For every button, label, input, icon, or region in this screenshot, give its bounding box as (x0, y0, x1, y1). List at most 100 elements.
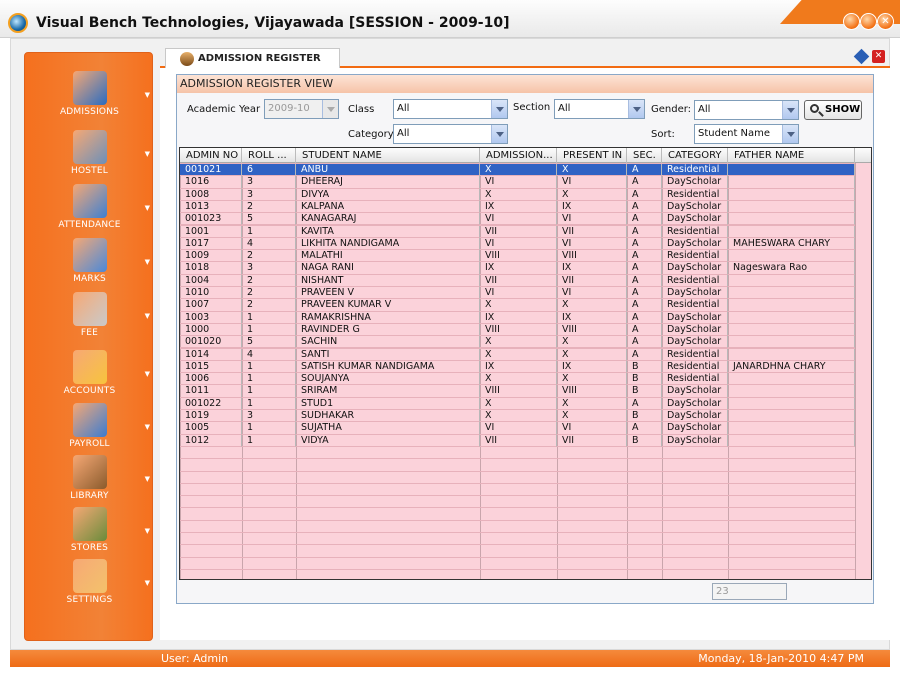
table-cell: X (480, 336, 557, 349)
table-row[interactable]: 1010 2 PRAVEEN V VI VI A DayScholar (180, 287, 855, 300)
status-user: User: Admin (161, 652, 229, 665)
sidebar-item-admissions[interactable]: ADMISSIONS ▼ (25, 71, 154, 126)
sidebar-item-marks[interactable]: MARKS ▼ (25, 238, 154, 293)
table-cell: 1016 (180, 176, 242, 189)
academic-year-select: 2009-10 (264, 99, 339, 119)
expand-arrow-icon[interactable]: ▼ (145, 370, 150, 378)
sidebar-item-payroll[interactable]: PAYROLL ▼ (25, 403, 154, 458)
maximize-button[interactable] (860, 13, 877, 30)
close-tab-icon[interactable]: ✕ (872, 50, 885, 63)
close-button[interactable]: ✕ (877, 13, 894, 30)
table-row[interactable]: 1019 3 SUDHAKAR X X B DayScholar (180, 410, 855, 423)
table-row[interactable]: 1014 4 SANTI X X A Residential (180, 348, 855, 361)
table-cell: A (627, 200, 662, 214)
column-header[interactable]: ROLL ... (242, 148, 296, 163)
table-row[interactable]: 1001 1 KAVITA VII VII A Residential (180, 225, 855, 238)
table-cell: DayScholar (662, 311, 728, 324)
minimize-button[interactable] (843, 13, 860, 30)
table-cell: DayScholar (662, 385, 728, 398)
table-cell: X (480, 410, 557, 423)
expand-arrow-icon[interactable]: ▼ (145, 312, 150, 320)
table-cell: A (627, 397, 662, 410)
table-row[interactable]: 001023 5 KANAGARAJ VI VI A DayScholar (180, 213, 855, 226)
table-cell: 6 (242, 164, 296, 177)
chevron-down-icon[interactable] (782, 125, 798, 143)
sidebar-item-label: MARKS (73, 274, 106, 284)
table-row[interactable]: 001021 6 ANBU X X A Residential (180, 164, 855, 177)
table-cell: 1 (242, 385, 296, 398)
table-cell: Residential (662, 225, 728, 238)
table-row[interactable]: 1018 3 NAGA RANI IX IX A DayScholar Nageswara R… (180, 262, 855, 275)
table-row[interactable]: 1006 1 SOUJANYA X X B Residential (180, 373, 855, 386)
column-header[interactable]: STUDENT NAME (296, 148, 480, 163)
sidebar-item-hostel[interactable]: HOSTEL ▼ (25, 130, 154, 185)
column-header[interactable]: CATEGORY (662, 148, 728, 163)
sidebar-item-settings[interactable]: SETTINGS ▼ (25, 559, 154, 614)
table-row[interactable]: 1011 1 SRIRAM VIII VIII B DayScholar (180, 385, 855, 398)
academic-year-value: 2009-10 (268, 103, 310, 114)
search-icon (810, 104, 819, 113)
class-select[interactable]: All (393, 99, 508, 119)
column-header[interactable]: ADMISSION... (480, 148, 557, 163)
table-row[interactable]: 1000 1 RAVINDER G VIII VIII A DayScholar (180, 323, 855, 337)
table-row[interactable]: 001022 1 STUD1 X X A DayScholar (180, 397, 855, 410)
people-icon (72, 71, 107, 105)
table-row[interactable]: 1017 4 LIKHITA NANDIGAMA VI VI A DayScholar MAH… (180, 237, 855, 251)
expand-arrow-icon[interactable]: ▼ (145, 91, 150, 99)
table-row[interactable]: 1015 1 SATISH KUMAR NANDIGAMA IX IX B Resident… (180, 360, 855, 374)
table-row[interactable]: 1004 2 NISHANT VII VII A Residential (180, 274, 855, 287)
table-cell: 001022 (180, 397, 242, 410)
table-cell: A (627, 336, 662, 349)
sidebar-item-library[interactable]: LIBRARY ▼ (25, 455, 154, 510)
table-row[interactable]: 1016 3 DHEERAJ VI VI A DayScholar (180, 176, 855, 189)
show-button[interactable]: SHOW (804, 100, 862, 120)
table-row[interactable]: 1008 3 DIVYA X X A Residential (180, 188, 855, 201)
admission-table[interactable]: ADMIN NO ROLL ... STUDENT NAME ADMISSION...… (179, 147, 872, 580)
gender-value: All (698, 104, 711, 115)
chevron-down-icon[interactable] (782, 101, 798, 119)
sidebar-item-stores[interactable]: STORES ▼ (25, 507, 154, 562)
table-cell: MALATHI (296, 250, 480, 263)
tab-admission-register[interactable]: ADMISSION REGISTER VI... (165, 48, 340, 83)
expand-arrow-icon[interactable]: ▼ (145, 579, 150, 587)
table-row[interactable]: 1003 1 RAMAKRISHNA IX IX A DayScholar (180, 311, 855, 324)
table-row[interactable]: 1007 2 PRAVEEN KUMAR V X X A Residential (180, 299, 855, 312)
table-cell (728, 176, 855, 189)
table-row[interactable]: 1009 2 MALATHI VIII VIII A Residential (180, 250, 855, 263)
category-value: All (397, 128, 410, 139)
column-header[interactable]: PRESENT IN (557, 148, 627, 163)
gender-select[interactable]: All (694, 100, 799, 120)
expand-arrow-icon[interactable]: ▼ (145, 204, 150, 212)
sidebar-item-attendance[interactable]: ATTENDANCE ▼ (25, 184, 154, 239)
column-header[interactable]: FATHER NAME (728, 148, 855, 163)
table-row[interactable]: 1012 1 VIDYA VII VII B DayScholar (180, 434, 855, 447)
expand-arrow-icon[interactable]: ▼ (145, 475, 150, 483)
sort-select[interactable]: Student Name (694, 124, 799, 144)
column-header[interactable]: ADMIN NO (180, 148, 242, 163)
sidebar-item-accounts[interactable]: ACCOUNTS ▼ (25, 350, 154, 405)
chevron-down-icon[interactable] (628, 100, 644, 118)
table-cell: Residential (662, 373, 728, 386)
table-cell (728, 311, 855, 324)
table-cell: A (627, 250, 662, 263)
table-cell: 1006 (180, 373, 242, 386)
section-select[interactable]: All (554, 99, 645, 119)
expand-arrow-icon[interactable]: ▼ (145, 527, 150, 535)
expand-arrow-icon[interactable]: ▼ (145, 258, 150, 266)
table-row[interactable]: 1005 1 SUJATHA VI VI A DayScholar (180, 422, 855, 435)
chevron-down-icon[interactable] (491, 100, 507, 118)
table-row[interactable]: 001020 5 SACHIN X X A DayScholar (180, 336, 855, 349)
table-cell: VI (480, 287, 557, 300)
table-row[interactable]: 1013 2 KALPANA IX IX A DayScholar (180, 200, 855, 214)
category-select[interactable]: All (393, 124, 508, 144)
sidebar-item-fee[interactable]: FEE ▼ (25, 292, 154, 347)
expand-arrow-icon[interactable]: ▼ (145, 423, 150, 431)
title-bar: Visual Bench Technologies, Vijayawada [S… (0, 0, 900, 38)
table-cell: 1019 (180, 410, 242, 423)
chevron-down-icon[interactable] (491, 125, 507, 143)
column-header[interactable]: SEC. (627, 148, 662, 163)
expand-arrow-icon[interactable]: ▼ (145, 150, 150, 158)
table-cell: VI (480, 176, 557, 189)
table-cell: A (627, 262, 662, 275)
table-cell: DayScholar (662, 410, 728, 423)
